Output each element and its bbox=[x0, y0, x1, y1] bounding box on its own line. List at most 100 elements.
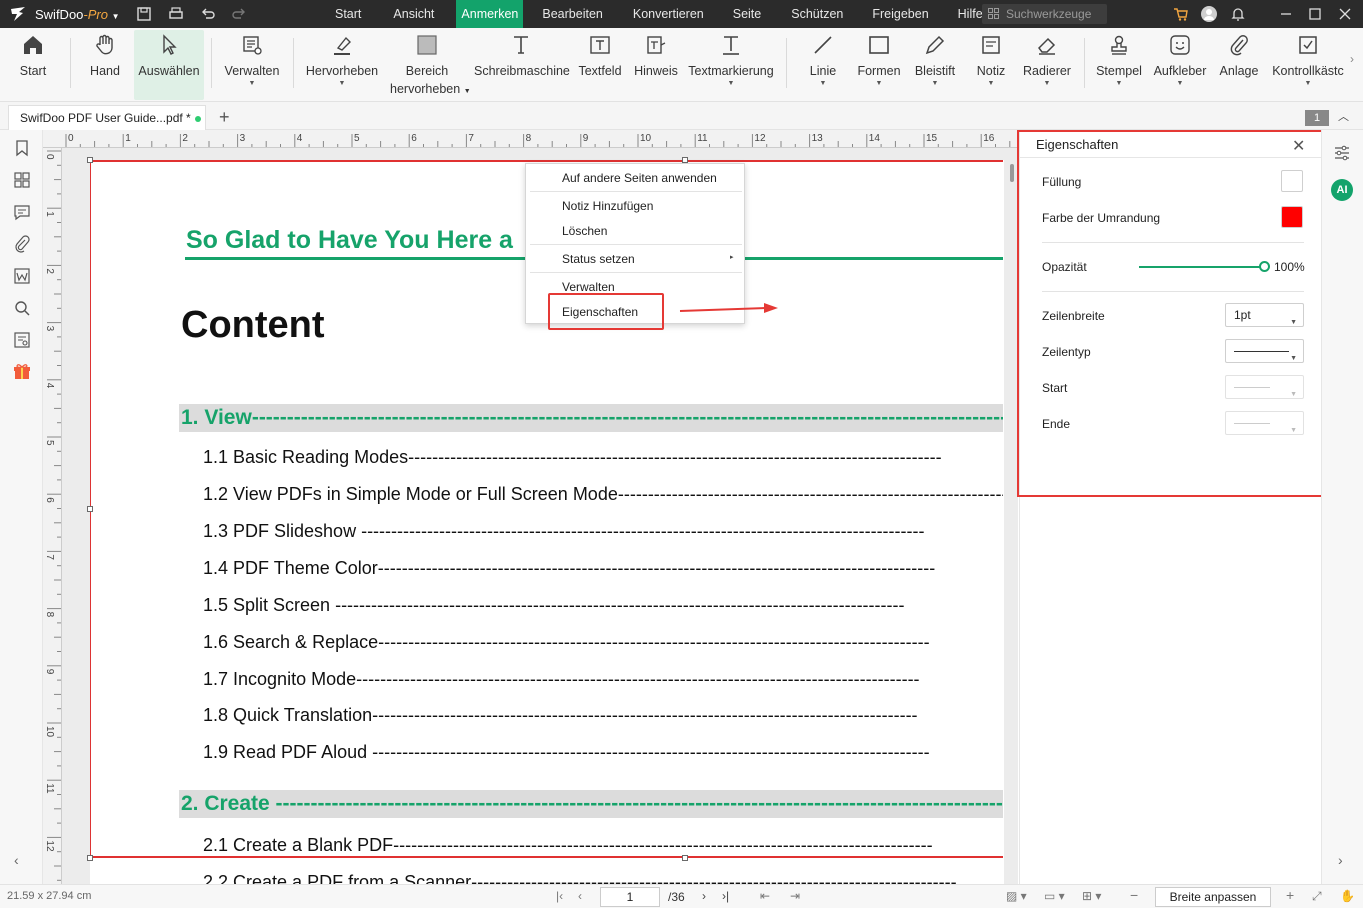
ribbon-bereich-hervorheben-button[interactable]: Bereich hervorheben ▼ bbox=[390, 32, 471, 96]
close-window-icon[interactable] bbox=[1337, 6, 1353, 22]
attachments-icon[interactable] bbox=[12, 234, 32, 254]
resize-handle[interactable] bbox=[87, 506, 93, 512]
collapse-sidebar-icon[interactable]: ‹ bbox=[14, 852, 19, 868]
toc-item[interactable]: 2.1 Create a Blank PDF------------------… bbox=[203, 834, 1003, 856]
menu-ansicht[interactable]: Ansicht bbox=[371, 0, 444, 28]
menu-freigeben[interactable]: Freigeben bbox=[853, 0, 938, 28]
previous-page-icon[interactable]: ‹ bbox=[578, 889, 582, 903]
highlighter-icon bbox=[334, 36, 351, 55]
red-arrow-icon bbox=[679, 303, 778, 313]
search-tools-input[interactable]: Suchwerkzeuge bbox=[982, 4, 1107, 24]
ruler-label: 5 bbox=[354, 133, 360, 144]
bell-icon[interactable] bbox=[1230, 6, 1246, 22]
add-tab-icon[interactable]: + bbox=[219, 107, 230, 128]
toc-item[interactable]: 1.5 Split Screen -----------------------… bbox=[203, 594, 1003, 616]
zoom-out-icon[interactable]: − bbox=[1130, 887, 1138, 903]
menu-seite[interactable]: Seite bbox=[714, 0, 772, 28]
resize-handle[interactable] bbox=[87, 855, 93, 861]
ribbon-start-button[interactable]: Start bbox=[10, 32, 56, 96]
next-page-icon[interactable]: › bbox=[702, 889, 706, 903]
settings-sliders-icon[interactable] bbox=[1333, 144, 1351, 162]
scroll-mode-icon[interactable]: ⊞ ▾ bbox=[1082, 889, 1101, 903]
ribbon-hinweis-button[interactable]: Hinweis bbox=[632, 32, 680, 96]
delete-item[interactable]: Löschen bbox=[562, 224, 607, 238]
toc-item[interactable]: 1.3 PDF Slideshow ----------------------… bbox=[203, 520, 1003, 542]
previous-view-icon[interactable]: ⇤ bbox=[760, 889, 770, 903]
add-note-item[interactable]: Notiz Hinzufügen bbox=[562, 199, 653, 213]
background-color-icon[interactable]: ▨ ▾ bbox=[1006, 889, 1027, 903]
print-icon[interactable] bbox=[168, 6, 184, 22]
fullscreen-icon[interactable]: ⤢ bbox=[1312, 889, 1322, 904]
undo-icon[interactable] bbox=[200, 6, 216, 22]
thumbnails-icon[interactable] bbox=[12, 170, 32, 190]
ruler-label: 8 bbox=[44, 612, 55, 618]
ai-assistant-icon[interactable]: AI bbox=[1331, 179, 1353, 201]
ribbon-aufkleber-label: Aufkleber bbox=[1153, 64, 1207, 78]
fit-width-button[interactable]: Breite anpassen bbox=[1155, 887, 1271, 907]
ribbon-anlage-button[interactable]: Anlage bbox=[1216, 32, 1262, 96]
resize-handle[interactable] bbox=[87, 157, 93, 163]
menu-konvertieren[interactable]: Konvertieren bbox=[613, 0, 714, 28]
toc-item[interactable]: 1.6 Search & Replace--------------------… bbox=[203, 631, 1003, 653]
search-icon[interactable] bbox=[12, 298, 32, 318]
ribbon-linie-button[interactable]: Linie ▼ bbox=[800, 32, 846, 96]
ribbon-schreibmaschine-button[interactable]: Schreibmaschine bbox=[474, 32, 570, 96]
ruler-label: 12 bbox=[44, 840, 55, 852]
toc-item[interactable]: 1.7 Incognito Mode----------------------… bbox=[203, 668, 1003, 690]
ribbon-verwalten-button[interactable]: Verwalten ▼ bbox=[222, 32, 282, 96]
toc-item[interactable]: 1.4 PDF Theme Color---------------------… bbox=[203, 557, 1003, 579]
toc-item[interactable]: 1.1 Basic Reading Modes-----------------… bbox=[203, 446, 1003, 468]
app-name[interactable]: SwifDoo-Pro ▼ bbox=[35, 7, 120, 22]
menu-start[interactable]: Start bbox=[325, 0, 371, 28]
minimize-icon[interactable] bbox=[1278, 6, 1294, 22]
toc-item[interactable]: 2.2 Create a PDF from a Scanner---------… bbox=[203, 871, 1003, 884]
user-avatar-icon[interactable] bbox=[1201, 6, 1217, 22]
form-fields-icon[interactable] bbox=[12, 330, 32, 350]
ribbon-hervorheben-button[interactable]: Hervorheben ▼ bbox=[304, 32, 380, 96]
last-page-icon[interactable]: ›| bbox=[722, 889, 729, 903]
ribbon-hand-button[interactable]: Hand bbox=[82, 32, 128, 96]
resize-handle[interactable] bbox=[682, 855, 688, 861]
menu-bearbeiten[interactable]: Bearbeiten bbox=[523, 0, 612, 28]
cart-icon[interactable] bbox=[1173, 6, 1189, 22]
toc-item[interactable]: 1.9 Read PDF Aloud ---------------------… bbox=[203, 741, 1003, 763]
zoom-in-icon[interactable]: + bbox=[1286, 887, 1294, 903]
maximize-icon[interactable] bbox=[1307, 6, 1323, 22]
comments-icon[interactable] bbox=[12, 202, 32, 222]
ribbon-stempel-button[interactable]: Stempel ▼ bbox=[1094, 32, 1144, 96]
ribbon-kontrollkaestchen-button[interactable]: Kontrollkästc ▼ bbox=[1272, 32, 1344, 96]
page-display-icon[interactable]: ▭ ▾ bbox=[1044, 889, 1065, 903]
ruler-label: 3 bbox=[240, 133, 246, 144]
ribbon-bleistift-button[interactable]: Bleistift ▼ bbox=[910, 32, 960, 96]
ribbon-textfeld-button[interactable]: Textfeld bbox=[574, 32, 626, 96]
manage-item[interactable]: Verwalten bbox=[562, 280, 615, 294]
save-icon[interactable] bbox=[136, 6, 152, 22]
ribbon-radierer-button[interactable]: Radierer ▼ bbox=[1020, 32, 1074, 96]
ribbon-scroll-right-icon[interactable]: › bbox=[1350, 52, 1354, 66]
toc-item[interactable]: 1.8 Quick Translation-------------------… bbox=[203, 704, 1003, 726]
first-page-icon[interactable]: |‹ bbox=[556, 889, 563, 903]
toc-item[interactable]: 1.2 View PDFs in Simple Mode or Full Scr… bbox=[203, 483, 1003, 505]
ruler-label: 3 bbox=[44, 326, 55, 332]
ribbon-textmarkierung-button[interactable]: Textmarkierung ▼ bbox=[688, 32, 774, 96]
ribbon-formen-button[interactable]: Formen ▼ bbox=[854, 32, 904, 96]
next-view-icon[interactable]: ⇥ bbox=[790, 889, 800, 903]
ribbon-aufkleber-button[interactable]: Aufkleber ▼ bbox=[1150, 32, 1210, 96]
word-icon[interactable] bbox=[12, 266, 32, 286]
gift-icon[interactable] bbox=[12, 362, 32, 382]
redo-icon[interactable] bbox=[231, 6, 247, 22]
menu-anmerken[interactable]: Anmerken bbox=[456, 0, 524, 28]
ribbon-notiz-button[interactable]: Notiz ▼ bbox=[970, 32, 1012, 96]
page-number-input[interactable]: 1 bbox=[600, 887, 660, 907]
document-tab[interactable]: SwifDoo PDF User Guide...pdf * bbox=[8, 105, 206, 131]
menu-schuetzen[interactable]: Schützen bbox=[771, 0, 853, 28]
bookmark-icon[interactable] bbox=[12, 138, 32, 158]
ribbon-auswaehlen-label: Auswählen bbox=[138, 64, 200, 78]
apply-to-other-pages-item[interactable]: Auf andere Seiten anwenden bbox=[562, 171, 717, 185]
scrollbar-thumb[interactable] bbox=[1010, 164, 1014, 182]
expand-panel-icon[interactable]: › bbox=[1338, 852, 1343, 868]
set-status-item[interactable]: Status setzen bbox=[562, 252, 635, 266]
ribbon-auswaehlen-button[interactable]: Auswählen bbox=[134, 30, 204, 100]
pin-icon[interactable]: ✋ bbox=[1340, 889, 1355, 903]
collapse-ribbon-icon[interactable]: ︿ bbox=[1338, 108, 1349, 124]
